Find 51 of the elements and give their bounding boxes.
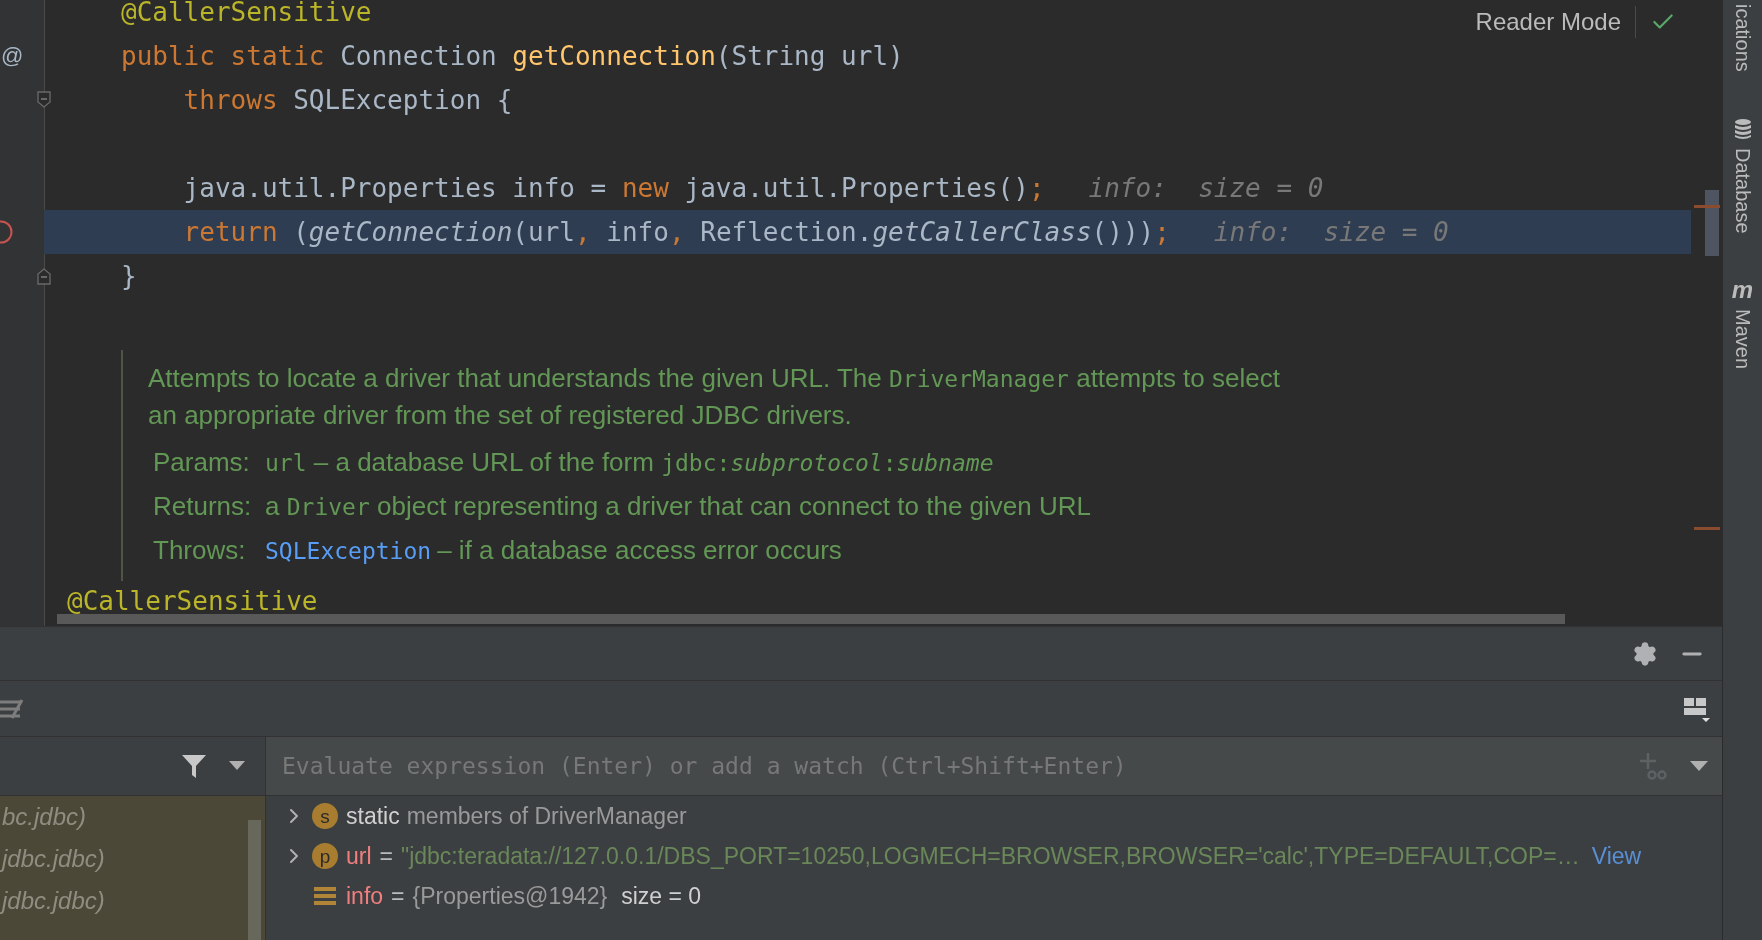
doc-description: Attempts to locate a driver that understands the given URL. The DriverManager attempts to select an appropriate driver from the set of registered JDBC drivers. — [148, 362, 1281, 432]
doc-label: Returns: — [153, 491, 253, 522]
code-line: throws SQLException { — [182, 85, 513, 115]
filter-icon[interactable] — [181, 753, 207, 779]
list-icon[interactable] — [0, 697, 26, 720]
code-line: } — [120, 261, 137, 291]
doc-label: Params: — [153, 447, 251, 478]
error-stripe-mark — [1694, 527, 1720, 530]
variable-name: url — [346, 842, 372, 870]
code-line: @CallerSensitive — [120, 0, 372, 27]
variable-size: size = 0 — [621, 882, 702, 910]
variable-value: members of DriverManager — [406, 802, 687, 830]
settings-icon[interactable] — [1632, 640, 1658, 667]
doc-label: Throws: — [153, 535, 247, 566]
dropdown-icon[interactable] — [1690, 761, 1708, 771]
variable-value: "jdbc:teradata://127.0.0.1/DBS_PORT=10250,LOGMECH=BROWSER,BROWSER='calc',TYPE=DEFAULT,COP=… — [401, 842, 1580, 870]
tool-window-tab[interactable]: Database — [1731, 147, 1754, 234]
frame-item[interactable]: bc.jdbc) — [2, 796, 265, 838]
equals-sign: = — [391, 882, 405, 910]
doc-text: a Driver object representing a driver that can connect to the given URL — [265, 491, 1091, 522]
tool-window-tab[interactable]: Maven — [1731, 309, 1754, 370]
field-icon — [312, 885, 338, 907]
fold-icon[interactable] — [36, 90, 52, 110]
scrollbar-thumb — [1705, 190, 1719, 256]
doc-link[interactable]: SQLException — [265, 538, 432, 564]
variable-value: {Properties@1942} — [412, 882, 608, 910]
variable-name: static — [346, 802, 400, 830]
code-line: @CallerSensitive — [66, 586, 318, 616]
variable-badge: p — [312, 843, 338, 869]
variable-name: info — [346, 882, 384, 910]
tool-window-tab[interactable]: ications — [1731, 4, 1754, 72]
breakpoint-icon[interactable] — [0, 219, 13, 245]
fold-icon[interactable] — [36, 266, 52, 286]
equals-sign: = — [379, 842, 393, 870]
doc-text: url – a database URL of the form jdbc:subprotocol:subname — [265, 447, 994, 478]
error-stripe-mark — [1694, 205, 1720, 208]
doc-text: – if a database access error occurs — [437, 535, 842, 566]
reader-mode-toggle[interactable]: Reader Mode — [1475, 8, 1621, 36]
maven-letter-icon: m — [1731, 279, 1754, 302]
view-link[interactable]: View — [1591, 842, 1642, 870]
inline-value-hint: info: size = 0 — [1213, 217, 1449, 247]
code-line: java.util.Properties info = new java.util.Properties(); — [182, 173, 1045, 203]
dropdown-icon[interactable] — [229, 761, 245, 771]
inline-value-hint: info: size = 0 — [1088, 173, 1324, 203]
frame-item[interactable]: jdbc.jdbc) — [2, 838, 265, 880]
code-line: return (getConnection(url, info, Reflection.getCallerClass())); — [182, 217, 1170, 247]
frame-item[interactable]: jdbc.jdbc) — [2, 880, 265, 922]
variable-badge: s — [312, 803, 338, 829]
gutter-mark: @ — [1, 43, 24, 69]
code-line: public static Connection getConnection(String url) — [120, 41, 904, 71]
database-icon — [1732, 117, 1753, 140]
